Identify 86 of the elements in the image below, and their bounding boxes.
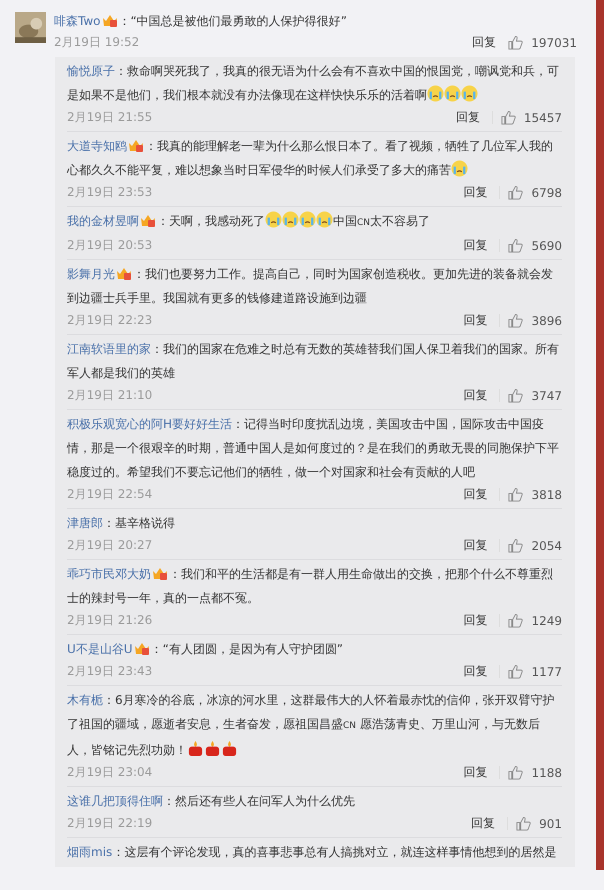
like-count: 2054 bbox=[531, 538, 562, 552]
comment-text: 啡森Two ：“中国总是被他们最勇敢的人保护得很好” bbox=[54, 12, 348, 30]
username-link[interactable]: 乖巧市民邓大奶 bbox=[67, 567, 151, 581]
comment-text: 我的金材昱啊 ：天啊，我感动死了 中国CN太不容易了 bbox=[67, 209, 562, 235]
comment-text: 大道寺知鸥 ：我真的能理解老一辈为什么那么恨日本了。看了视频，牺牲了几位军人我的心都久久不能平复，难以想象当时日军侵华的时候人们承受了多大的痛苦 bbox=[67, 137, 554, 179]
reply-link[interactable]: 回复 bbox=[463, 612, 488, 629]
comment-text: 烟雨mis：这层有个评论发现，真的喜事悲事总有人搞挑对立，就连这样事情他想到的居然是 bbox=[67, 844, 558, 861]
comment-text: U不是山谷U ：“有人团圆，是因为有人守护团圆” bbox=[67, 640, 344, 658]
candle-icon bbox=[204, 740, 221, 757]
comment-time: 2月19日 21:26 bbox=[67, 612, 152, 629]
crying-face-icon bbox=[282, 211, 299, 228]
like-count: 1249 bbox=[531, 614, 562, 628]
crying-face-icon bbox=[444, 85, 461, 102]
comment-time: 2月19日 22:23 bbox=[67, 312, 152, 329]
comment-time: 2月19日 23:43 bbox=[67, 663, 152, 680]
like-icon[interactable] bbox=[516, 816, 532, 831]
reply-link[interactable]: 回复 bbox=[463, 312, 488, 329]
comment-text: 津唐郎：基辛格说得 bbox=[67, 515, 176, 532]
like-count: 6798 bbox=[531, 186, 562, 200]
like-icon[interactable] bbox=[508, 664, 524, 679]
reply-link[interactable]: 回复 bbox=[463, 537, 488, 554]
reply-link[interactable]: 回复 bbox=[456, 109, 480, 126]
comment-time: 2月19日 23:04 bbox=[67, 764, 152, 781]
username-link[interactable]: 大道寺知鸥 bbox=[67, 139, 127, 153]
reply-link[interactable]: 回复 bbox=[463, 663, 488, 680]
comment-time: 2月19日 22:54 bbox=[67, 486, 152, 503]
like-icon[interactable] bbox=[508, 388, 524, 403]
like-icon[interactable] bbox=[508, 613, 524, 628]
username-link[interactable]: U不是山谷U bbox=[67, 642, 133, 656]
like-count: 15457 bbox=[524, 110, 562, 124]
crying-face-icon bbox=[451, 160, 468, 177]
like-count: 197031 bbox=[531, 36, 577, 50]
comment-text: 愉悦原子：救命啊哭死我了，我真的很无语为什么会有不喜欢中国的恨国党，嘲讽党和兵，可是如果不是他们，我们根本就没有办法像现在这样快快乐乐的活着啊 bbox=[67, 63, 560, 104]
comment-time: 2月19日 21:10 bbox=[67, 387, 152, 404]
reply-link[interactable]: 回复 bbox=[463, 184, 488, 201]
username-link[interactable]: 愉悦原子 bbox=[67, 64, 115, 78]
comment-time: 2月19日 20:27 bbox=[67, 537, 152, 554]
comment-time: 2月19日 20:53 bbox=[67, 237, 152, 254]
like-count: 1177 bbox=[531, 664, 562, 678]
username-link[interactable]: 木有栀 bbox=[67, 693, 103, 707]
comment-text: 木有栀：6月寒冷的谷底，冰凉的河水里，这群最伟大的人怀着最赤忱的信仰，张开双臂守护了祖国的疆域，愿逝者安息，生者奋发，愿祖国昌盛CN 愿浩荡青史、万里山河，与无数后人，皆铭记先烈功勋！ bbox=[67, 692, 556, 759]
username-link[interactable]: 江南软语里的家 bbox=[67, 342, 151, 356]
crying-face-icon bbox=[265, 211, 282, 228]
reply-link[interactable]: 回复 bbox=[463, 237, 488, 254]
like-count: 901 bbox=[539, 816, 562, 830]
like-icon[interactable] bbox=[508, 35, 524, 50]
like-count: 5690 bbox=[531, 238, 562, 252]
username-link[interactable]: 影舞月光 bbox=[67, 267, 115, 281]
comment-time: 2月19日 22:19 bbox=[67, 815, 152, 832]
comment-time: 2月19日 21:55 bbox=[67, 109, 152, 126]
comment-text: 影舞月光 ：我们也要努力工作。提高自己，同时为国家创造税收。更加先进的装备就会发到边疆士兵手里。我国就有更多的钱修建道路设施到边疆 bbox=[67, 265, 554, 307]
like-count: 3896 bbox=[531, 314, 562, 328]
comment-text: 乖巧市民邓大奶 ：我们和平的生活都是有一群人用生命做出的交换，把那个什么不尊重烈士的辣封号一年，真的一点都不冤。 bbox=[67, 565, 554, 607]
username-link[interactable]: 津唐郎 bbox=[67, 516, 103, 530]
reply-link[interactable]: 回复 bbox=[471, 815, 496, 832]
candle-icon bbox=[221, 740, 238, 757]
like-icon[interactable] bbox=[508, 313, 524, 328]
like-icon[interactable] bbox=[508, 238, 524, 253]
comment-time: 2月19日 19:52 bbox=[54, 34, 140, 51]
username-link[interactable]: 啡森Two bbox=[54, 14, 100, 28]
candle-icon bbox=[187, 740, 204, 757]
crying-face-icon bbox=[461, 85, 478, 102]
crying-face-icon bbox=[299, 211, 316, 228]
comment-text: 江南软语里的家：我们的国家在危难之时总有无数的英雄替我们国人保卫着我们的国家。所有军人都是我们的英雄 bbox=[67, 341, 560, 382]
comment-time: 2月19日 23:53 bbox=[67, 184, 152, 201]
like-icon[interactable] bbox=[508, 765, 524, 780]
like-count: 3818 bbox=[531, 488, 562, 502]
comment-text: 这谁几把顶得住啊：然后还有些人在问军人为什么优先 bbox=[67, 793, 356, 810]
like-icon[interactable] bbox=[500, 110, 516, 125]
username-link[interactable]: 烟雨mis bbox=[67, 845, 112, 859]
username-link[interactable]: 积极乐观宽心的阿H要好好生活 bbox=[67, 417, 232, 431]
like-count: 1188 bbox=[531, 766, 562, 780]
reply-link[interactable]: 回复 bbox=[463, 764, 488, 781]
comment-text: 积极乐观宽心的阿H要好好生活：记得当时印度扰乱边境，美国攻击中国，国际攻击中国疫情，那是一个很艰辛的时期，普通中国人是如何度过的？是在我们的勇敢无畏的同胞保护下平稳度过的。希望我们不要忘记他们的牺牲，做一个对国家和社会有贡献的人吧 bbox=[67, 416, 560, 481]
reply-link[interactable]: 回复 bbox=[463, 486, 488, 503]
username-link[interactable]: 这谁几把顶得住啊 bbox=[67, 794, 163, 808]
like-icon[interactable] bbox=[508, 185, 524, 200]
username-link[interactable]: 我的金材昱啊 bbox=[67, 214, 139, 228]
reply-link[interactable]: 回复 bbox=[472, 34, 496, 51]
like-icon[interactable] bbox=[508, 538, 524, 553]
reply-link[interactable]: 回复 bbox=[463, 387, 488, 404]
like-count: 3747 bbox=[531, 388, 562, 402]
like-icon[interactable] bbox=[508, 487, 524, 502]
avatar-icon[interactable] bbox=[15, 12, 46, 43]
crying-face-icon bbox=[427, 85, 444, 102]
crying-face-icon bbox=[316, 211, 333, 228]
